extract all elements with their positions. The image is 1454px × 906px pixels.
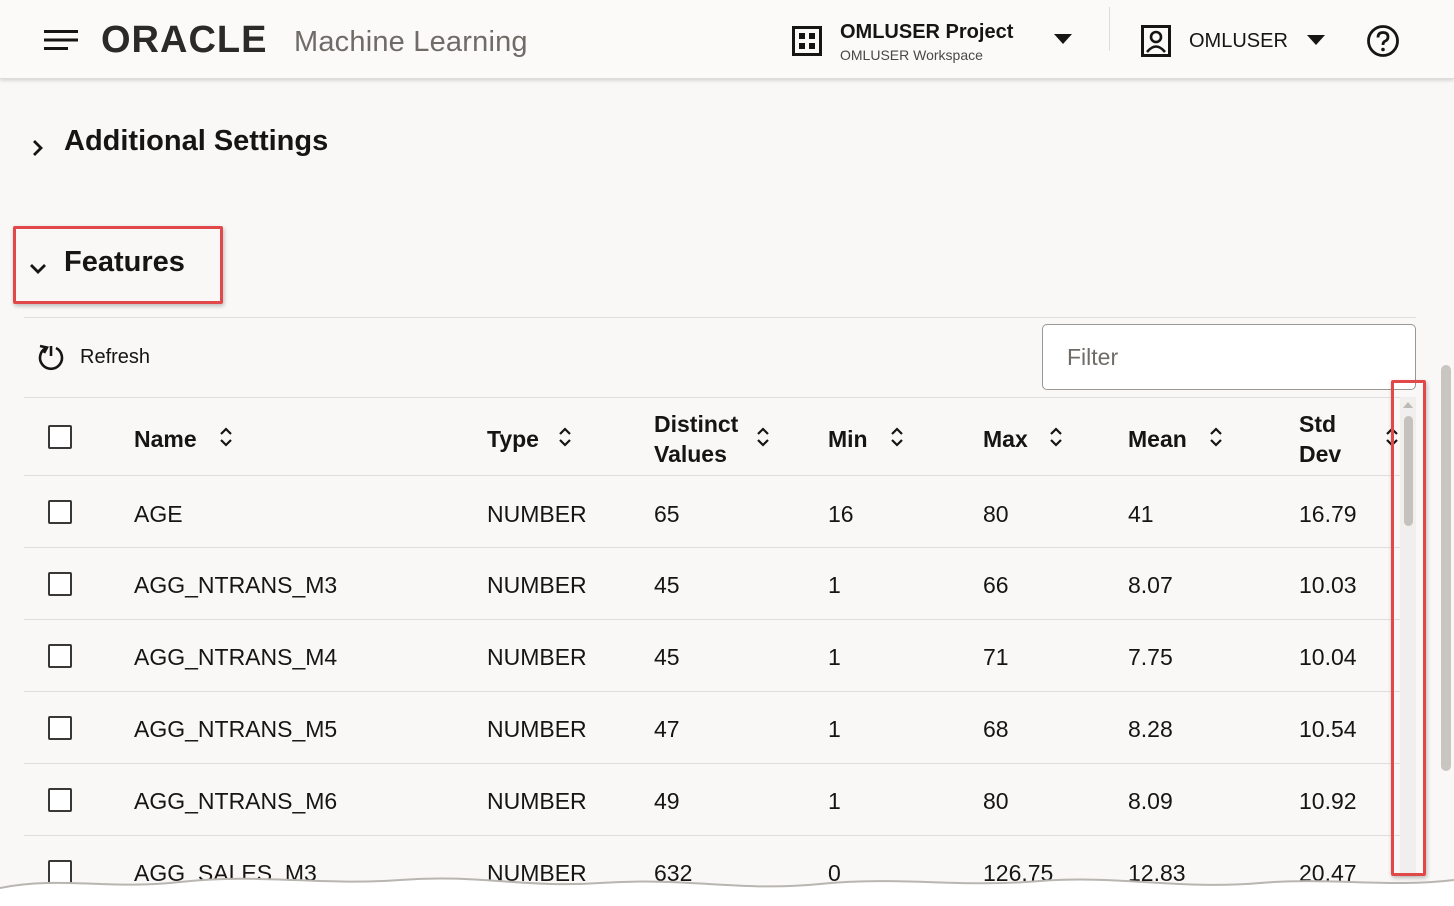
project-selector[interactable]: OMLUSER Project OMLUSER Workspace: [788, 16, 1088, 66]
table-row[interactable]: AGG_NTRANS_M5 NUMBER 47 1 68 8.28 10.54: [24, 692, 1402, 764]
project-workspace: OMLUSER Workspace: [840, 47, 983, 63]
cell-max: 71: [983, 644, 1009, 670]
refresh-label: Refresh: [80, 346, 151, 368]
row-checkbox[interactable]: [48, 716, 72, 740]
cell-mean: 41: [1128, 501, 1154, 527]
cell-type: NUMBER: [487, 788, 587, 814]
refresh-button[interactable]: Refresh: [36, 340, 166, 374]
user-name: OMLUSER: [1189, 30, 1288, 52]
cell-mean: 8.09: [1128, 788, 1173, 814]
cell-distinct: 45: [654, 644, 680, 670]
column-header-type[interactable]: Type: [487, 426, 539, 452]
column-header-max[interactable]: Max: [983, 426, 1028, 452]
table-row[interactable]: AGG_NTRANS_M3 NUMBER 45 1 66 8.07 10.03: [24, 548, 1402, 620]
cell-std-dev: 10.04: [1299, 644, 1357, 670]
table-row[interactable]: AGE NUMBER 65 16 80 41 16.79: [24, 476, 1402, 548]
header-divider: [1109, 7, 1110, 51]
column-header-distinct-values-line1[interactable]: Distinct: [654, 411, 738, 437]
cell-std-dev: 16.79: [1299, 501, 1357, 527]
user-menu[interactable]: OMLUSER: [1138, 20, 1338, 62]
sort-icon[interactable]: [889, 425, 905, 449]
additional-settings-title: Additional Settings: [64, 125, 329, 157]
cell-name: AGG_NTRANS_M5: [134, 716, 338, 742]
cell-min: 1: [828, 572, 841, 598]
additional-settings-toggle[interactable]: Additional Settings: [24, 118, 354, 168]
cell-max: 66: [983, 572, 1009, 598]
cell-name: AGG_NTRANS_M6: [134, 788, 338, 814]
cell-min: 1: [828, 644, 841, 670]
cell-std-dev: 10.92: [1299, 788, 1357, 814]
cell-min: 16: [828, 501, 854, 527]
chevron-down-icon: [1054, 34, 1072, 44]
column-header-name[interactable]: Name: [134, 426, 197, 452]
cell-min: 1: [828, 716, 841, 742]
column-header-std-dev-line1[interactable]: Std: [1299, 411, 1336, 437]
cell-distinct: 45: [654, 572, 680, 598]
svg-text:ORACLE: ORACLE: [101, 20, 267, 60]
cell-std-dev: 10.54: [1299, 716, 1357, 742]
sort-icon[interactable]: [1048, 425, 1064, 449]
cell-distinct: 49: [654, 788, 680, 814]
table-row[interactable]: AGG_NTRANS_M4 NUMBER 45 1 71 7.75 10.04: [24, 620, 1402, 692]
table-header-row: Name Type Distinct Values Min Max Mean S…: [24, 397, 1402, 476]
chevron-down-icon: [1307, 35, 1325, 45]
divider: [24, 317, 1416, 318]
cell-min: 1: [828, 788, 841, 814]
torn-edge-decoration: [0, 877, 1454, 906]
cell-name: AGG_NTRANS_M4: [134, 644, 338, 670]
column-header-mean[interactable]: Mean: [1128, 426, 1187, 452]
product-name: Machine Learning: [294, 26, 528, 58]
sort-icon[interactable]: [755, 425, 771, 449]
select-all-checkbox[interactable]: [48, 425, 72, 449]
row-checkbox[interactable]: [48, 500, 72, 524]
cell-max: 68: [983, 716, 1009, 742]
cell-type: NUMBER: [487, 644, 587, 670]
cell-type: NUMBER: [487, 501, 587, 527]
cell-name: AGG_NTRANS_M3: [134, 572, 338, 598]
column-header-std-dev-line2[interactable]: Dev: [1299, 441, 1341, 467]
row-checkbox[interactable]: [48, 788, 72, 812]
project-title: OMLUSER Project: [840, 21, 1014, 43]
page-scrollbar-thumb[interactable]: [1441, 365, 1451, 771]
project-grid-icon: [792, 26, 822, 56]
row-checkbox[interactable]: [48, 572, 72, 596]
sort-icon[interactable]: [1208, 425, 1224, 449]
chevron-right-icon: [33, 140, 43, 156]
cell-distinct: 65: [654, 501, 680, 527]
cell-type: NUMBER: [487, 572, 587, 598]
oracle-logo: ORACLE: [101, 20, 267, 60]
scrollbar-highlight: [1391, 380, 1426, 876]
refresh-icon: [38, 344, 64, 371]
cell-max: 80: [983, 788, 1009, 814]
cell-distinct: 47: [654, 716, 680, 742]
filter-input[interactable]: [1042, 324, 1416, 390]
user-avatar-icon: [1141, 25, 1171, 57]
cell-mean: 8.07: [1128, 572, 1173, 598]
help-icon[interactable]: [1366, 24, 1400, 58]
cell-mean: 8.28: [1128, 716, 1173, 742]
features-table: Name Type Distinct Values Min Max Mean S…: [24, 397, 1402, 906]
cell-type: NUMBER: [487, 716, 587, 742]
hamburger-menu-icon[interactable]: [44, 28, 80, 52]
column-header-distinct-values-line2[interactable]: Values: [654, 441, 727, 467]
cell-std-dev: 10.03: [1299, 572, 1357, 598]
cell-max: 80: [983, 501, 1009, 527]
cell-name: AGE: [134, 501, 183, 527]
cell-mean: 7.75: [1128, 644, 1173, 670]
sort-icon[interactable]: [557, 425, 573, 449]
features-highlight: [13, 226, 223, 304]
row-checkbox[interactable]: [48, 644, 72, 668]
column-header-min[interactable]: Min: [828, 426, 868, 452]
sort-icon[interactable]: [218, 425, 234, 449]
app-header: ORACLE Machine Learning OMLUSER Project …: [0, 0, 1454, 79]
table-row[interactable]: AGG_NTRANS_M6 NUMBER 49 1 80 8.09 10.92: [24, 764, 1402, 836]
